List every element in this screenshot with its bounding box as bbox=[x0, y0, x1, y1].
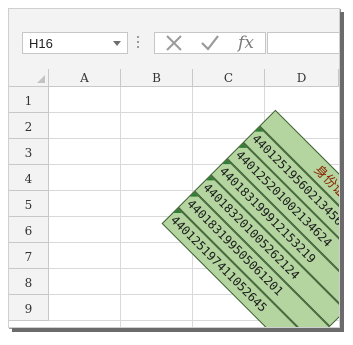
chevron-down-icon[interactable] bbox=[113, 41, 121, 46]
formula-bar-buttons: fx bbox=[154, 32, 266, 54]
checkmark-icon[interactable] bbox=[197, 33, 223, 53]
close-icon[interactable] bbox=[161, 33, 187, 53]
column-header-b[interactable]: B bbox=[121, 69, 193, 87]
insert-function-button[interactable]: fx bbox=[233, 33, 259, 53]
column-header-a[interactable]: A bbox=[49, 69, 121, 87]
grid-line bbox=[120, 87, 121, 327]
column-header-c[interactable]: C bbox=[193, 69, 265, 87]
formula-bar: H16 fx bbox=[9, 9, 339, 69]
formula-bar-separator-icon bbox=[137, 36, 140, 50]
row-header-5[interactable]: 5 bbox=[9, 191, 49, 217]
excel-window: H16 fx A B C D 1 2 3 4 5 6 7 8 9 身份证号 44… bbox=[8, 8, 340, 328]
row-header-3[interactable]: 3 bbox=[9, 139, 49, 165]
row-header-7[interactable]: 7 bbox=[9, 243, 49, 269]
formula-input[interactable] bbox=[267, 32, 339, 54]
row-header-2[interactable]: 2 bbox=[9, 113, 49, 139]
select-all-triangle-icon bbox=[37, 75, 45, 83]
select-all-corner[interactable] bbox=[9, 69, 49, 87]
row-header-8[interactable]: 8 bbox=[9, 269, 49, 295]
row-header-9[interactable]: 9 bbox=[9, 295, 49, 321]
row-header-6[interactable]: 6 bbox=[9, 217, 49, 243]
row-header-4[interactable]: 4 bbox=[9, 165, 49, 191]
row-header-1[interactable]: 1 bbox=[9, 87, 49, 113]
grid-line bbox=[49, 112, 339, 113]
name-box-value: H16 bbox=[29, 36, 53, 51]
worksheet-grid: A B C D 1 2 3 4 5 6 7 8 9 身份证号 440125195… bbox=[9, 69, 339, 327]
column-header-d[interactable]: D bbox=[265, 69, 339, 87]
name-box[interactable]: H16 bbox=[22, 32, 128, 54]
